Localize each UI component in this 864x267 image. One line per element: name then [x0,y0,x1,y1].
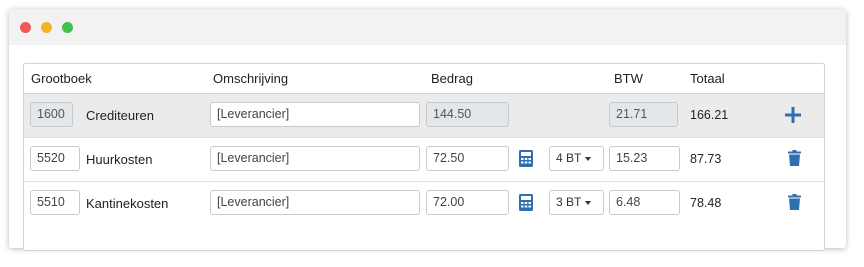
calculator-icon[interactable] [519,194,533,214]
table-row: 5510 Kantinekosten [Leverancier] 72.00 3… [24,181,824,225]
amount-input[interactable]: 72.50 [426,146,509,171]
header-grootboek: Grootboek [31,71,92,86]
description-input[interactable]: [Leverancier] [210,146,420,171]
plus-icon[interactable] [785,107,801,126]
row-total: 87.73 [690,152,722,166]
trash-icon[interactable] [788,150,801,169]
table-row: 5520 Huurkosten [Leverancier] 72.50 4 BT… [24,137,824,181]
description-input[interactable]: [Leverancier] [210,190,420,215]
vat-code-dropdown[interactable]: 4 BT [549,146,604,171]
header-bedrag: Bedrag [431,71,473,86]
vat-code-value: 3 BT [556,195,582,209]
ledger-code-input[interactable]: 5520 [30,146,80,171]
row-total: 78.48 [690,196,722,210]
vat-amount-input[interactable]: 15.23 [609,146,680,171]
amount-field: 144.50 [426,102,509,127]
close-window-button[interactable] [20,22,31,33]
ledger-code-input[interactable]: 5510 [30,190,80,215]
row-total: 166.21 [690,108,729,122]
amount-input[interactable]: 72.00 [426,190,509,215]
caret-down-icon [585,156,592,161]
ledger-code-field: 1600 [30,102,73,127]
title-bar [9,9,846,45]
maximize-window-button[interactable] [62,22,73,33]
header-omschrijving: Omschrijving [213,71,289,86]
ledger-name: Huurkosten [86,152,153,167]
app-window: Grootboek Omschrijving Bedrag BTW Totaal… [9,9,846,251]
trash-icon[interactable] [788,194,801,213]
table-header: Grootboek Omschrijving Bedrag BTW Totaal [24,64,824,93]
ledger-name: Kantinekosten [86,196,169,211]
vat-amount-field: 21.71 [609,102,678,127]
journal-entry-table: Grootboek Omschrijving Bedrag BTW Totaal… [23,63,825,251]
header-totaal: Totaal [690,71,725,86]
minimize-window-button[interactable] [41,22,52,33]
description-input[interactable]: [Leverancier] [210,102,420,127]
vat-code-value: 4 BT [556,151,582,165]
table-row: 1600 Crediteuren [Leverancier] 144.50 21… [24,93,824,137]
vat-code-dropdown[interactable]: 3 BT [549,190,604,215]
calculator-icon[interactable] [519,150,533,170]
vat-amount-input[interactable]: 6.48 [609,190,680,215]
ledger-name: Crediteuren [86,108,154,123]
header-btw: BTW [614,71,643,86]
caret-down-icon [585,200,592,205]
